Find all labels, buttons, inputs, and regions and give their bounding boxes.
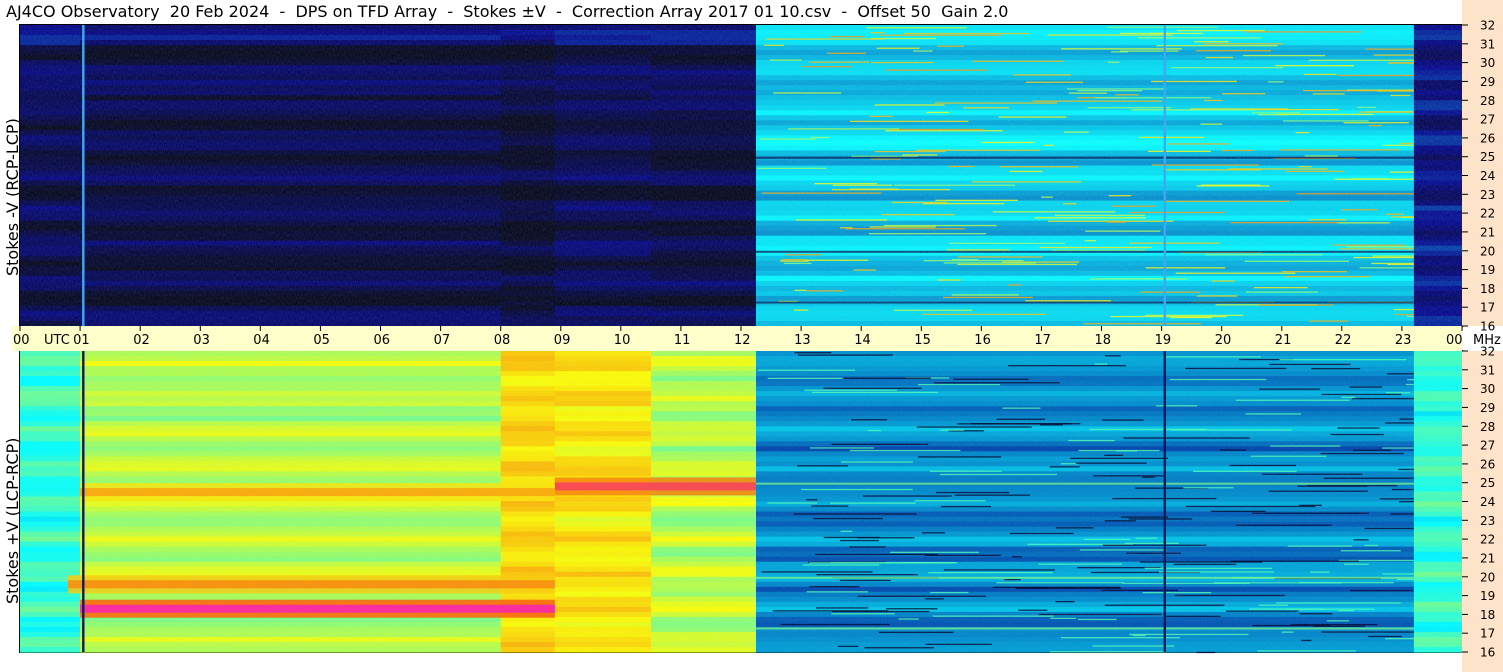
spectrogram-figure: 00 01 02 03 04 05 06 07 08 09 10 11 12 13 14 15 16 17 18 19… <box>12 0 1503 672</box>
frequency-tick-label: 32 <box>1480 19 1495 33</box>
frequency-tick-label: 22 <box>1480 207 1495 221</box>
frequency-tick-label: 26 <box>1480 457 1495 471</box>
time-tick-label: 23 <box>1395 333 1412 348</box>
bottom-panel-ylabel: Stokes +V (LCP-RCP) <box>3 437 22 604</box>
time-tick-label: 13 <box>794 333 811 348</box>
time-tick-label: 10 <box>614 333 631 348</box>
bottom-noise-overlay <box>20 351 1462 652</box>
frequency-tick-label: 31 <box>1480 363 1495 377</box>
frequency-tick-label: 21 <box>1480 225 1495 239</box>
frequency-tick-label: 21 <box>1480 551 1495 565</box>
frequency-tick-label: 16 <box>1480 646 1495 660</box>
frequency-tick-label: 18 <box>1480 608 1495 622</box>
frequency-tick-label: 25 <box>1480 150 1495 164</box>
time-tick-label: 04 <box>253 333 270 348</box>
time-tick-label: 00 <box>1446 333 1463 348</box>
time-tick-label: 17 <box>1034 333 1051 348</box>
frequency-tick-label: 29 <box>1480 75 1495 89</box>
frequency-tick-label: 23 <box>1480 514 1495 528</box>
top-panel-ylabel: Stokes -V (RCP-LCP) <box>3 118 22 276</box>
time-tick-label: 06 <box>374 333 391 348</box>
time-tick-label: 15 <box>914 333 931 348</box>
time-tick-label: 01 <box>73 333 90 348</box>
frequency-tick-label: 19 <box>1480 263 1495 277</box>
time-tick-label: 03 <box>193 333 210 348</box>
time-tick-label: 18 <box>1095 333 1112 348</box>
time-tick-label: 16 <box>974 333 991 348</box>
time-tick-label: 19 <box>1155 333 1172 348</box>
frequency-tick-label: 28 <box>1480 94 1495 108</box>
top-noise-overlay <box>20 25 1462 326</box>
frequency-tick-label: 29 <box>1480 401 1495 415</box>
frequency-tick-label: 18 <box>1480 282 1495 296</box>
frequency-tick-label: 27 <box>1480 113 1495 127</box>
frequency-axis-band-bottom <box>1462 351 1503 672</box>
time-tick-label: 20 <box>1215 333 1232 348</box>
frequency-tick-label: 25 <box>1480 476 1495 490</box>
frequency-tick-label: 17 <box>1480 301 1495 315</box>
frequency-tick-label: 24 <box>1480 169 1495 183</box>
frequency-tick-label: 30 <box>1480 56 1495 70</box>
frequency-tick-label: 23 <box>1480 188 1495 202</box>
frequency-tick-label: 26 <box>1480 131 1495 145</box>
frequency-tick-label: 20 <box>1480 570 1495 584</box>
time-tick-label: 07 <box>434 333 451 348</box>
time-tick-label: 14 <box>854 333 871 348</box>
frequency-tick-label: 17 <box>1480 627 1495 641</box>
time-tick-label: 22 <box>1335 333 1352 348</box>
time-tick-label: 09 <box>554 333 571 348</box>
time-unit-label: UTC <box>44 333 70 348</box>
time-tick-label: 12 <box>734 333 751 348</box>
time-tick-label: 08 <box>494 333 511 348</box>
frequency-tick-label: 28 <box>1480 420 1495 434</box>
frequency-tick-label: 31 <box>1480 37 1495 51</box>
frequency-tick-label: 32 <box>1480 345 1495 359</box>
time-tick-label: 05 <box>313 333 330 348</box>
time-tick-label: 21 <box>1275 333 1292 348</box>
frequency-tick-label: 22 <box>1480 533 1495 547</box>
frequency-tick-label: 19 <box>1480 589 1495 603</box>
frequency-tick-label: 20 <box>1480 244 1495 258</box>
frequency-tick-label: 27 <box>1480 439 1495 453</box>
frequency-tick-label: 16 <box>1480 320 1495 334</box>
frequency-tick-label: 30 <box>1480 382 1495 396</box>
frequency-tick-label: 24 <box>1480 495 1495 509</box>
time-tick-label: 11 <box>674 333 691 348</box>
time-tick-label: 02 <box>133 333 150 348</box>
time-tick-label: 00 <box>13 333 30 348</box>
